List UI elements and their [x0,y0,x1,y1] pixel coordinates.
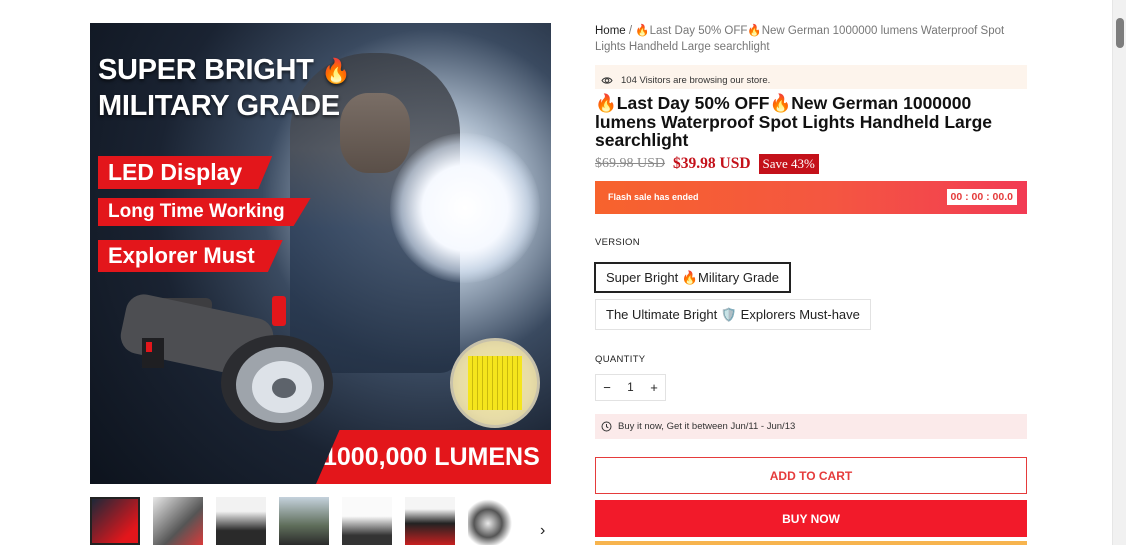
hero-tag-explorer: Explorer Must [98,240,283,272]
hero-tag-led: LED Display [98,156,273,189]
breadcrumb: Home / 🔥Last Day 50% OFF🔥New German 1000… [595,23,1027,55]
payment-strip-partial [595,541,1027,545]
hero-title-line1: SUPER BRIGHT [98,54,314,86]
version-label: VERSION [595,236,640,248]
sale-price: $39.98 USD [673,154,751,172]
product-main-image[interactable]: SUPER BRIGHT 🔥 MILITARY GRADE LED Displa… [90,23,551,484]
flash-sale-timer: 00 : 00 : 00.0 [946,189,1017,205]
fire-icon: 🔥 [321,58,351,85]
breadcrumb-current: 🔥Last Day 50% OFF🔥New German 1000000 lum… [595,25,1005,53]
delivery-estimate: Buy it now, Get it between Jun/11 - Jun/… [595,414,1027,439]
visitors-banner: 104 Visitors are browsing our store. [595,65,1027,89]
eye-icon [601,76,613,84]
thumbnail-3[interactable] [216,497,266,545]
save-badge: Save 43% [758,153,819,174]
breadcrumb-home-link[interactable]: Home [595,25,626,37]
visitors-text: 104 Visitors are browsing our store. [621,74,771,86]
led-chip-grid [468,356,522,410]
quantity-stepper: − 1 + [595,374,666,401]
thumbnail-4[interactable] [279,497,329,545]
delivery-text: Buy it now, Get it between Jun/11 - Jun/… [618,421,796,432]
product-info: Home / 🔥Last Day 50% OFF🔥New German 1000… [594,23,1027,545]
clock-icon [601,421,612,432]
hero-light-glow [390,133,540,283]
thumbnail-1[interactable] [90,497,140,545]
compare-at-price: $69.98 USD [595,155,666,171]
thumbnail-6[interactable] [405,497,455,545]
thumbnail-5[interactable] [342,497,392,545]
version-option-ultimate-bright[interactable]: The Ultimate Bright 🛡️ Explorers Must-ha… [595,299,871,330]
product-title: 🔥Last Day 50% OFF🔥New German 1000000 lum… [595,93,993,150]
quantity-input[interactable]: 1 [627,382,633,394]
hero-title-line2: MILITARY GRADE [98,90,340,122]
page-scrollbar[interactable] [1112,0,1126,545]
scrollbar-thumb[interactable] [1116,18,1124,48]
quantity-increase-button[interactable]: + [649,380,659,395]
hero-lumens-banner: 1000,000 LUMENS [316,430,551,484]
thumbnail-next-arrow-icon[interactable]: › [540,522,545,540]
version-option-super-bright[interactable]: Super Bright 🔥Military Grade [594,262,791,293]
buy-now-button[interactable]: BUY NOW [595,500,1027,537]
breadcrumb-separator: / [628,25,633,37]
quantity-label: QUANTITY [595,354,646,365]
thumbnail-2[interactable] [153,497,203,545]
price-row: $69.98 USD $39.98 USD Save 43% [595,153,1027,175]
flash-sale-bar: Flash sale has ended 00 : 00 : 00.0 [595,180,1027,214]
add-to-cart-button[interactable]: ADD TO CART [595,457,1027,494]
quantity-decrease-button[interactable]: − [602,380,612,395]
thumbnail-7[interactable] [468,497,518,545]
hero-tag-working: Long Time Working [98,198,311,226]
flashlight-illustration [120,294,333,431]
flash-sale-text: Flash sale has ended [608,192,699,202]
hero-title: SUPER BRIGHT 🔥 MILITARY GRADE [98,53,351,123]
